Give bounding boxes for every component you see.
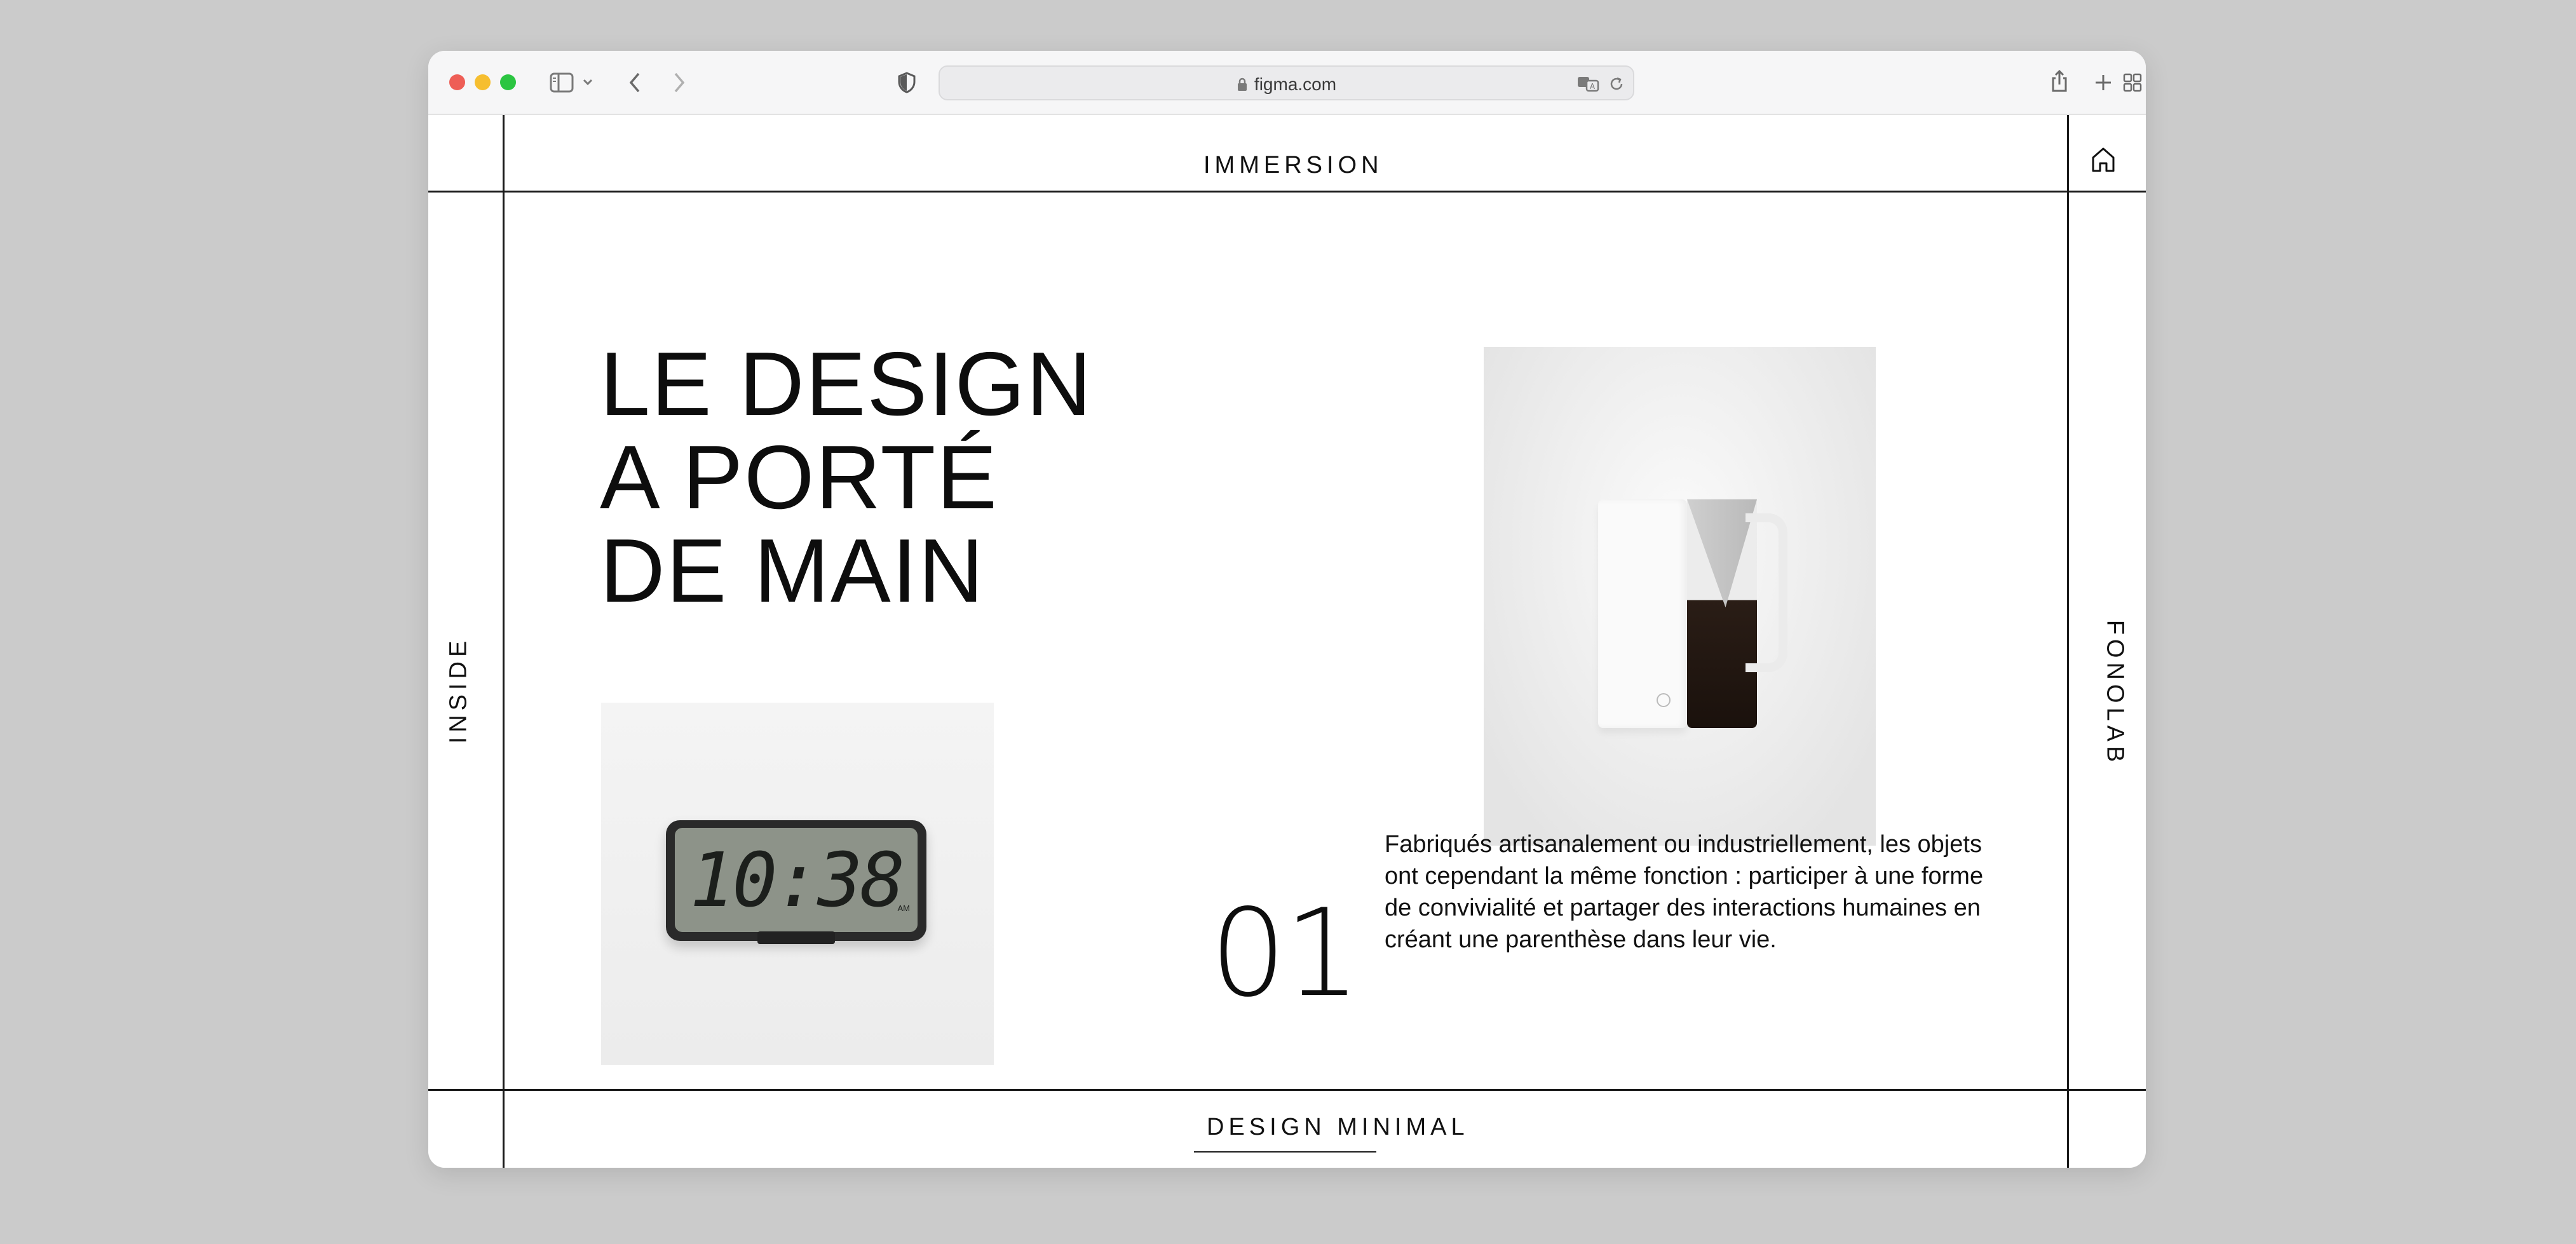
bottom-label-design-minimal[interactable]: DESIGN MINIMAL xyxy=(1207,1114,1469,1141)
headline-line-1: LE DESIGN xyxy=(600,334,1093,435)
back-arrow-icon[interactable] xyxy=(625,70,644,95)
description-paragraph: Fabriqués artisanalement ou industrielle… xyxy=(1385,831,1984,953)
coffee-maker-image xyxy=(1484,347,1876,846)
share-icon[interactable] xyxy=(2049,69,2070,94)
section-number: 01 xyxy=(1210,883,1361,1024)
reload-icon[interactable] xyxy=(1607,74,1626,93)
side-label-inside[interactable]: INSIDE xyxy=(445,637,473,744)
zoom-window-button[interactable] xyxy=(500,74,516,90)
clock-image: 10:38 AM xyxy=(601,703,994,1065)
frame-line-top xyxy=(428,191,2146,193)
clock-display: 10:38 AM xyxy=(675,828,918,932)
top-label-immersion[interactable]: IMMERSION xyxy=(1203,152,1383,179)
side-label-fonolab[interactable]: FONOLAB xyxy=(2101,620,2129,767)
headline: LE DESIGN A PORTÉ DE MAIN xyxy=(600,337,1093,618)
frame-line-bottom xyxy=(428,1089,2146,1091)
clock-stand xyxy=(757,931,835,944)
address-bar[interactable]: figma.com A xyxy=(939,65,1634,100)
clock-time: 10:38 xyxy=(689,836,905,924)
power-button-icon xyxy=(1657,693,1671,707)
close-window-button[interactable] xyxy=(449,74,465,90)
headline-line-2: A PORTÉ xyxy=(600,427,998,528)
bottom-label-underline xyxy=(1194,1151,1376,1153)
sidebar-icon[interactable] xyxy=(549,71,574,94)
translate-icon[interactable]: A xyxy=(1575,74,1601,93)
svg-text:A: A xyxy=(1590,82,1596,91)
forward-arrow-icon[interactable] xyxy=(670,70,689,95)
lock-icon xyxy=(1237,76,1248,97)
carafe-handle xyxy=(1746,513,1787,672)
frame-line-right xyxy=(2067,115,2069,1168)
minimize-window-button[interactable] xyxy=(475,74,491,90)
url-display: figma.com xyxy=(940,74,1633,97)
home-icon[interactable] xyxy=(2091,146,2116,173)
clock-body: 10:38 AM xyxy=(666,820,926,941)
browser-toolbar: figma.com A xyxy=(428,51,2146,115)
headline-line-3: DE MAIN xyxy=(600,520,985,621)
browser-window: figma.com A IMMERSION INSIDE FONOLAB LE … xyxy=(428,51,2146,1168)
coffee-maker-base xyxy=(1598,499,1687,728)
shield-icon[interactable] xyxy=(896,71,918,94)
tab-overview-icon[interactable] xyxy=(2122,72,2143,93)
chevron-down-icon[interactable] xyxy=(581,75,595,89)
page-content: IMMERSION INSIDE FONOLAB LE DESIGN A POR… xyxy=(428,115,2146,1168)
frame-line-left xyxy=(503,115,505,1168)
clock-suffix: AM xyxy=(897,903,911,913)
url-text: figma.com xyxy=(1254,74,1337,94)
new-tab-icon[interactable] xyxy=(2093,72,2113,93)
